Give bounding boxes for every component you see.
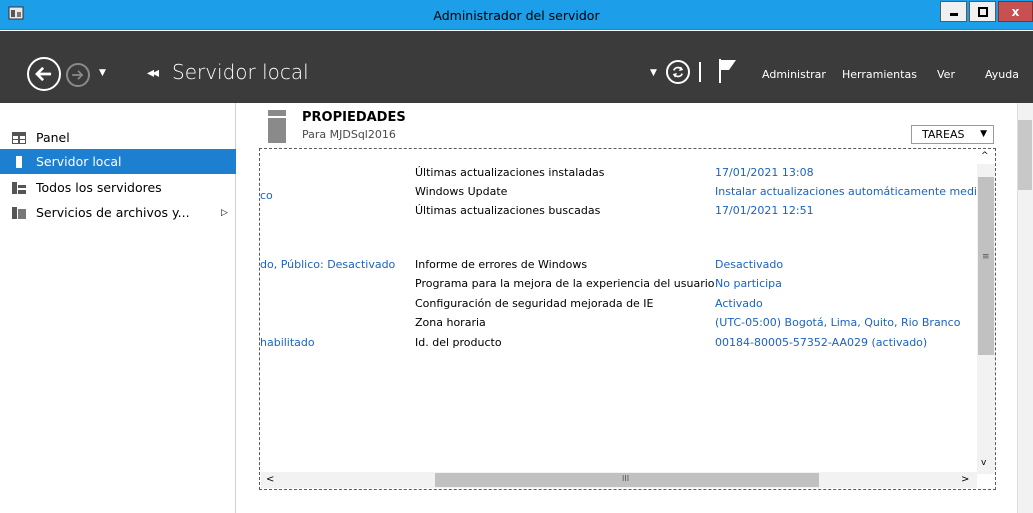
notifications-flag-icon[interactable]: [718, 58, 738, 84]
scroll-right-icon[interactable]: >: [961, 474, 969, 485]
scroll-left-icon[interactable]: <: [266, 474, 274, 485]
breadcrumb-dropdown-icon[interactable]: ▼: [650, 68, 657, 78]
forward-button[interactable]: [66, 63, 90, 87]
sidebar-item-all-servers[interactable]: Todos los servidores: [0, 175, 236, 200]
refresh-icon: [673, 66, 683, 78]
grip-icon: III: [622, 474, 630, 483]
sidebar-item-label: Panel: [36, 130, 70, 145]
property-label: Windows Update: [415, 185, 508, 198]
window-title: Administrador del servidor: [433, 8, 600, 23]
expand-arrow-icon[interactable]: ▷: [221, 208, 228, 218]
sidebar-item-label: Todos los servidores: [36, 180, 162, 195]
property-value[interactable]: 17/01/2021 12:51: [715, 204, 814, 217]
property-value[interactable]: Instalar actualizaciones automáticamente…: [715, 185, 988, 198]
sidebar-item-panel[interactable]: Panel: [0, 125, 236, 150]
property-value[interactable]: Activado: [715, 297, 763, 310]
close-button[interactable]: x: [998, 1, 1033, 22]
properties-vertical-scroll-thumb[interactable]: [978, 177, 994, 355]
property-value[interactable]: 00184-80005-57352-AA029 (activado): [715, 336, 927, 349]
minimize-button[interactable]: [940, 1, 967, 22]
server-icon: [16, 155, 22, 168]
grip-icon: ≡: [982, 252, 990, 262]
menu-herramientas[interactable]: Herramientas: [842, 68, 917, 81]
property-value-truncated[interactable]: co: [260, 189, 273, 202]
property-label: Configuración de seguridad mejorada de I…: [415, 297, 654, 310]
tasks-dropdown[interactable]: TAREAS ▼: [911, 125, 994, 144]
properties-panel: co do, Público: Desactivado habilitado Ú…: [259, 148, 996, 490]
property-value-truncated[interactable]: habilitado: [260, 336, 315, 349]
maximize-button[interactable]: [969, 1, 996, 22]
servers-icon: [12, 181, 26, 194]
section-subtitle: Para MJDSql2016: [302, 128, 396, 141]
header-divider: [699, 62, 701, 82]
sidebar-item-label: Servidor local: [36, 154, 122, 169]
maximize-icon: [977, 6, 988, 17]
section-title: PROPIEDADES: [302, 110, 406, 125]
property-value-truncated[interactable]: do, Público: Desactivado: [260, 258, 395, 271]
refresh-button[interactable]: [666, 60, 690, 84]
sidebar: Panel Servidor local Todos los servidore…: [0, 103, 236, 513]
sidebar-item-local-server[interactable]: Servidor local: [0, 149, 236, 174]
sidebar-item-label: Servicios de archivos y...: [36, 205, 190, 220]
property-label: Programa para la mejora de la experienci…: [415, 277, 715, 290]
dashboard-icon: [12, 131, 26, 144]
menu-ayuda[interactable]: Ayuda: [985, 68, 1019, 81]
file-services-icon: [12, 206, 26, 219]
page-vertical-scroll-thumb[interactable]: [1018, 120, 1032, 190]
minimize-icon: [949, 12, 958, 16]
property-label: Informe de errores de Windows: [415, 258, 588, 271]
property-value[interactable]: No participa: [715, 277, 782, 290]
scroll-down-icon[interactable]: v: [981, 458, 986, 468]
arrow-left-icon: [35, 66, 52, 82]
arrow-right-icon: [72, 70, 84, 80]
menu-administrar[interactable]: Administrar: [762, 68, 826, 81]
back-button[interactable]: [27, 57, 61, 91]
server-properties-icon: [268, 110, 286, 143]
property-value[interactable]: (UTC-05:00) Bogotá, Lima, Quito, Rio Bra…: [715, 316, 960, 329]
property-value[interactable]: Desactivado: [715, 258, 783, 271]
property-label: Últimas actualizaciones instaladas: [415, 166, 605, 179]
property-label: Id. del producto: [415, 336, 502, 349]
breadcrumb: Servidor local: [172, 60, 309, 84]
title-bar: Administrador del servidor x: [0, 0, 1033, 30]
scroll-up-icon[interactable]: ^: [981, 151, 989, 161]
property-label: Zona horaria: [415, 316, 486, 329]
history-dropdown-icon[interactable]: ▼: [99, 68, 106, 78]
tasks-label: TAREAS: [922, 128, 965, 141]
property-label: Últimas actualizaciones buscadas: [415, 204, 601, 217]
sidebar-item-file-services[interactable]: Servicios de archivos y... ▷: [0, 200, 236, 225]
chevron-down-icon: ▼: [980, 129, 987, 139]
breadcrumb-arrows-icon: ◂◂: [147, 65, 159, 81]
property-value[interactable]: 17/01/2021 13:08: [715, 166, 814, 179]
menu-ver[interactable]: Ver: [937, 68, 955, 81]
